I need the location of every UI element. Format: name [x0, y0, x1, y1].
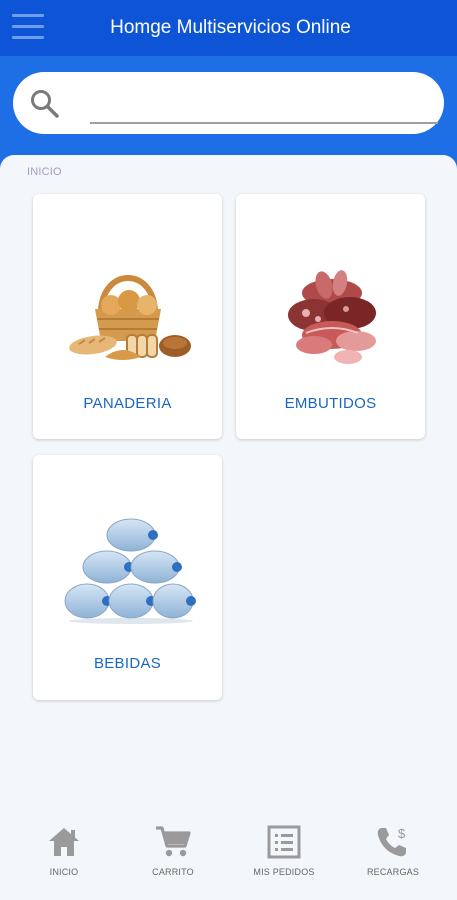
category-card-panaderia[interactable]: PANADERIA [33, 194, 222, 439]
nav-label: INICIO [49, 867, 79, 877]
water-jugs-image [64, 518, 196, 624]
nav-label: CARRITO [152, 867, 194, 877]
bottom-navigation: INICIO CARRITO MIS PEDIDOS $ RECARGAS [0, 812, 457, 900]
cold-cuts-image [288, 270, 376, 364]
category-card-embutidos[interactable]: EMBUTIDOS [236, 194, 425, 439]
nav-item-inicio[interactable]: INICIO [19, 824, 109, 896]
category-label: EMBUTIDOS [284, 395, 377, 412]
cart-icon [156, 826, 191, 857]
home-icon [49, 828, 79, 856]
category-label: PANADERIA [83, 395, 172, 412]
nav-item-carrito[interactable]: CARRITO [128, 824, 218, 896]
category-label: BEBIDAS [93, 655, 162, 672]
phone-dollar-icon: $ [377, 826, 406, 857]
nav-label: RECARGAS [366, 867, 420, 877]
svg-text:$: $ [398, 826, 406, 841]
search-band [0, 56, 457, 166]
list-icon [267, 825, 301, 859]
app-title: Homge Multiservicios Online [110, 17, 351, 38]
breadcrumb: INICIO [27, 166, 62, 178]
nav-label: MIS PEDIDOS [253, 867, 315, 877]
bread-basket-image [69, 275, 191, 360]
nav-item-mis-pedidos[interactable]: MIS PEDIDOS [239, 824, 329, 896]
search-input[interactable] [90, 86, 438, 124]
app-bar: Homge Multiservicios Online [0, 0, 457, 56]
main-content: INICIO PANADERIA EMBUTIDOS BEBIDAS [0, 155, 457, 900]
search-bar[interactable] [13, 72, 444, 134]
nav-item-recargas[interactable]: $ RECARGAS [348, 824, 438, 896]
search-icon[interactable] [29, 88, 61, 120]
category-card-bebidas[interactable]: BEBIDAS [33, 455, 222, 700]
